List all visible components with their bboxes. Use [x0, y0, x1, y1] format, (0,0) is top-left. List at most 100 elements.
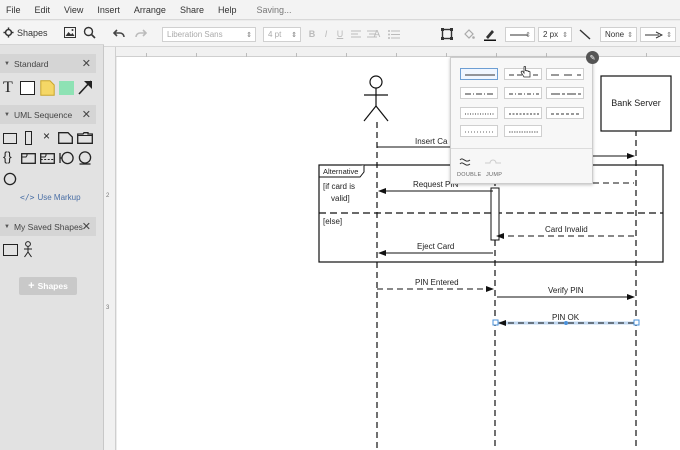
shape-border-icon[interactable]	[440, 25, 454, 43]
selection-handle[interactable]	[492, 319, 499, 326]
menu-arrange[interactable]: Arrange	[134, 5, 166, 15]
fill-color-icon[interactable]	[462, 25, 476, 43]
section-standard-title: Standard	[13, 58, 49, 69]
line-start-select[interactable]: None ⇕	[600, 27, 637, 42]
actor-figure[interactable]	[363, 75, 389, 122]
underline-icon[interactable]: U	[335, 25, 345, 43]
hand-cursor-icon	[520, 65, 532, 82]
spinner-icon: ⇕	[666, 32, 672, 39]
long-short-line-icon	[551, 93, 581, 95]
pin-icon[interactable]: ✎	[586, 51, 599, 64]
uml-control-shape[interactable]	[3, 172, 17, 189]
menu-insert[interactable]: Insert	[97, 5, 120, 15]
text-color-icon[interactable]: A	[370, 25, 384, 43]
line-color-icon[interactable]	[483, 25, 497, 43]
section-standard-header[interactable]: ▼ Standard ✕	[0, 54, 96, 73]
line-style-dashed-wide[interactable]	[546, 68, 584, 80]
menu-view[interactable]: View	[64, 5, 83, 15]
search-icon[interactable]	[83, 26, 96, 39]
ruler-mark: 2	[106, 193, 110, 199]
undo-icon[interactable]	[112, 25, 126, 43]
double-line-icon[interactable]	[459, 156, 471, 171]
spinner-icon: ⇕	[627, 32, 633, 39]
section-uml-header[interactable]: ▼ UML Sequence ✕	[0, 105, 96, 124]
note-shape[interactable]	[40, 80, 55, 99]
uml-lifeline-shape[interactable]	[3, 133, 17, 144]
jump-line-icon[interactable]	[485, 157, 501, 168]
bold-icon[interactable]: B	[307, 25, 317, 43]
uml-destroy-shape[interactable]: ×	[43, 129, 50, 143]
text-shape[interactable]: T	[3, 79, 13, 97]
fine-dash-line-icon	[509, 131, 539, 133]
italic-icon[interactable]: I	[321, 25, 331, 43]
uml-entity-shape[interactable]	[78, 151, 92, 168]
line-style-dash-dot[interactable]	[460, 87, 498, 99]
jump-label: JUMP	[486, 172, 503, 178]
line-style-dense-dash[interactable]	[504, 107, 542, 119]
uml-folder-shape[interactable]	[77, 132, 93, 147]
code-icon: </>	[20, 193, 35, 202]
double-label: DOUBLE	[457, 172, 482, 178]
drawing-canvas[interactable]: Bank Server Insert Ca Alternative [if ca…	[117, 57, 680, 450]
atm-activation[interactable]	[490, 187, 500, 241]
line-style-select[interactable]: ⇕	[505, 27, 535, 42]
line-end-select[interactable]: ⇕	[640, 27, 676, 42]
line-style-fine-dotted[interactable]	[460, 125, 498, 137]
add-shapes-label: Shapes	[37, 281, 68, 291]
redo-icon[interactable]	[134, 25, 148, 43]
guard-card-valid-line2: valid]	[331, 194, 350, 203]
short-dash-line-icon	[551, 113, 581, 115]
section-saved-title: My Saved Shapes	[13, 221, 83, 232]
uml-boundary-shape[interactable]	[59, 151, 74, 168]
spinner-icon: ⇕	[562, 32, 568, 39]
saved-actor-shape[interactable]	[23, 241, 33, 261]
saved-rectangle-shape[interactable]	[3, 244, 18, 256]
arrow-shape[interactable]	[78, 79, 93, 98]
block-shape[interactable]	[59, 81, 74, 95]
dash-dot-line-icon	[465, 93, 495, 95]
line-style-dotted[interactable]	[460, 107, 498, 119]
menu-share[interactable]: Share	[180, 5, 204, 15]
font-size-stepper[interactable]: 4 pt ⇕	[263, 27, 301, 42]
selection-handle[interactable]	[633, 319, 640, 326]
line-style-fine-dash[interactable]	[504, 125, 542, 137]
uml-note-shape[interactable]	[58, 132, 73, 147]
line-start-value: None	[605, 30, 625, 39]
wide-dashed-line-icon	[551, 74, 581, 76]
section-uml-title: UML Sequence	[13, 109, 73, 120]
sequence-diagram: Bank Server Insert Ca Alternative [if ca…	[318, 75, 672, 450]
uml-frame-shape[interactable]	[21, 153, 36, 167]
bullet-list-icon[interactable]	[387, 25, 401, 43]
collapse-triangle-icon: ▼	[4, 111, 10, 118]
uml-activation-shape[interactable]	[25, 131, 32, 145]
line-style-solid[interactable]	[460, 68, 498, 80]
uml-alt-frame-shape[interactable]	[40, 153, 55, 167]
menu-help[interactable]: Help	[218, 5, 237, 15]
image-icon[interactable]	[64, 26, 76, 38]
text-align-icon[interactable]	[350, 25, 362, 43]
line-style-short-dash[interactable]	[546, 107, 584, 119]
font-family-select[interactable]: Liberation Sans ⇕	[162, 27, 256, 42]
close-icon[interactable]: ✕	[82, 57, 91, 70]
line-width-value: 2 px	[543, 30, 559, 39]
ruler-mark: 3	[106, 305, 110, 311]
menu-file[interactable]: File	[6, 5, 21, 15]
add-shapes-button[interactable]: + Shapes	[19, 277, 77, 295]
gear-icon[interactable]	[2, 27, 14, 39]
close-icon[interactable]: ✕	[82, 108, 91, 121]
close-icon[interactable]: ✕	[82, 220, 91, 233]
message-eject-card-label: Eject Card	[417, 242, 454, 251]
section-saved-header[interactable]: ▼ My Saved Shapes ✕	[0, 217, 96, 236]
collapse-triangle-icon: ▼	[4, 223, 10, 230]
arrow-end-icon	[645, 31, 663, 38]
use-markup-link[interactable]: </> Use Markup	[20, 193, 81, 202]
line-routing-icon[interactable]	[578, 25, 592, 43]
message-verify-pin-label: Verify PIN	[548, 286, 584, 295]
uml-braces-shape[interactable]: {}	[3, 149, 12, 164]
line-style-long-short[interactable]	[546, 87, 584, 99]
line-style-dash-dot-2[interactable]	[504, 87, 542, 99]
rectangle-shape[interactable]	[20, 81, 35, 95]
popup-divider	[451, 148, 592, 149]
line-width-stepper[interactable]: 2 px ⇕	[538, 27, 572, 42]
menu-edit[interactable]: Edit	[35, 5, 51, 15]
